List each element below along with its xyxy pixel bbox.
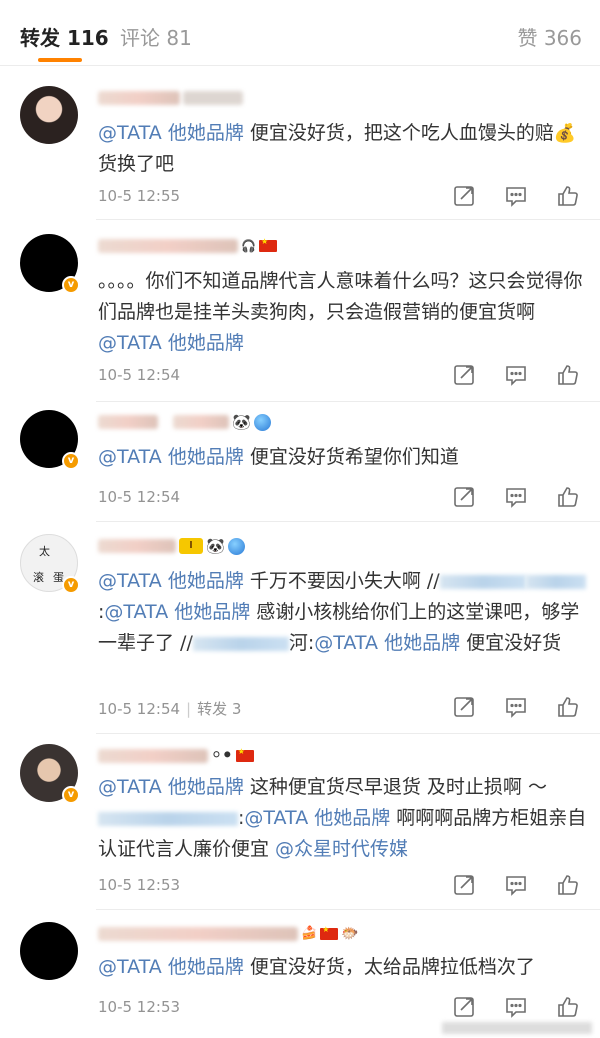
username[interactable] <box>98 88 243 108</box>
timestamp: 10-5 12:53 <box>98 876 181 894</box>
level-badge: I <box>179 538 203 554</box>
like-icon[interactable] <box>556 363 580 387</box>
share-icon[interactable] <box>452 485 476 509</box>
panda-icon: 🐼 <box>232 413 251 431</box>
tab-comments[interactable]: 评论 81 <box>120 22 192 51</box>
watermark <box>442 1021 592 1034</box>
comment-icon[interactable] <box>504 995 528 1019</box>
comment-icon[interactable] <box>504 873 528 897</box>
mention-link[interactable]: @TATA 他她品牌 <box>98 956 244 978</box>
globe-icon <box>253 413 271 431</box>
like-icon[interactable] <box>556 995 580 1019</box>
username[interactable]: 🐼 <box>98 412 271 432</box>
tab-likes[interactable]: 赞 366 <box>517 22 582 51</box>
like-icon[interactable] <box>556 695 580 719</box>
share-icon[interactable] <box>452 363 476 387</box>
mention-link[interactable]: @TATA 他她品牌 <box>98 570 244 592</box>
repost-count[interactable]: 转发 3 <box>197 700 241 718</box>
username[interactable]: ⚪⚫ <box>98 746 254 766</box>
timestamp: 10-5 12:54 <box>98 366 181 384</box>
mention-link[interactable]: @TATA 他她品牌 <box>98 776 244 798</box>
comment-icon[interactable] <box>504 184 528 208</box>
verified-badge-icon: v <box>62 576 80 594</box>
timestamp: 10-5 12:54 <box>98 488 181 506</box>
list-item: 🍰🐡 @TATA 他她品牌 便宜没好货，太给品牌拉低档次了 10-5 12:53 <box>0 910 600 1038</box>
comment-text: @TATA 他她品牌 千万不要因小失大啊 //:@TATA 他她品牌 感谢小核桃… <box>98 566 588 659</box>
username[interactable]: 🎧 <box>98 236 277 256</box>
username[interactable]: 🍰🐡 <box>98 924 359 944</box>
like-icon[interactable] <box>556 485 580 509</box>
comment-text: @TATA 他她品牌 便宜没好货，把这个吃人血馒头的赔💰货换了吧 <box>98 118 588 180</box>
share-icon[interactable] <box>452 995 476 1019</box>
comment-text: @TATA 他她品牌 便宜没好货，太给品牌拉低档次了 <box>98 956 535 978</box>
comment-icon[interactable] <box>504 363 528 387</box>
panda-icon: 🐼 <box>206 537 225 555</box>
timestamp: 10-5 12:54 | 转发 3 <box>98 700 242 718</box>
share-icon[interactable] <box>452 873 476 897</box>
china-flag-icon <box>258 237 277 252</box>
share-icon[interactable] <box>452 184 476 208</box>
china-flag-icon <box>235 747 254 762</box>
username[interactable]: I 🐼 <box>98 536 245 556</box>
timestamp: 10-5 12:55 <box>98 187 181 205</box>
share-icon[interactable] <box>452 695 476 719</box>
china-flag-icon <box>320 925 339 940</box>
mention-link[interactable]: @TATA 他她品牌 <box>244 807 390 829</box>
mention-link[interactable]: @众星时代传媒 <box>275 838 408 860</box>
list-item: @TATA 他她品牌 便宜没好货，把这个吃人血馒头的赔💰货换了吧 10-5 12… <box>0 66 600 220</box>
mention-link[interactable]: @TATA 他她品牌 <box>98 122 244 144</box>
comment-icon[interactable] <box>504 485 528 509</box>
comment-text: 。。。。你们不知道品牌代言人意味着什么吗？这只会觉得你们品牌也是挂羊头卖狗肉，只… <box>98 270 583 354</box>
verified-badge-icon: v <box>62 786 80 804</box>
list-item: v ⚪⚫ @TATA 他她品牌 这种便宜货尽早退货 及时止损啊 ～:@TATA … <box>0 734 600 910</box>
tab-repost[interactable]: 转发 116 <box>20 22 109 51</box>
mention-link[interactable]: @TATA 他她品牌 <box>314 632 460 654</box>
like-icon[interactable] <box>556 873 580 897</box>
avatar[interactable] <box>20 86 78 144</box>
comment-text: @TATA 他她品牌 便宜没好货希望你们知道 <box>98 446 459 468</box>
timestamp: 10-5 12:53 <box>98 998 181 1016</box>
comment-tabs: 转发 116 评论 81 赞 366 <box>0 0 600 66</box>
list-item: v 🎧 。。。。你们不知道品牌代言人意味着什么吗？这只会觉得你们品牌也是挂羊头卖… <box>0 220 600 402</box>
mention-link[interactable]: @TATA 他她品牌 <box>104 601 250 623</box>
verified-badge-icon: v <box>62 276 80 294</box>
comment-text: @TATA 他她品牌 这种便宜货尽早退货 及时止损啊 ～:@TATA 他她品牌 … <box>98 776 587 860</box>
avatar[interactable] <box>20 922 78 980</box>
active-tab-indicator <box>38 58 82 62</box>
list-item: v 🐼 @TATA 他她品牌 便宜没好货希望你们知道 10-5 12:54 <box>0 402 600 522</box>
mention-link[interactable]: @TATA 他她品牌 <box>98 332 244 354</box>
globe-icon <box>227 537 245 555</box>
money-bag-icon: 💰 <box>553 123 577 144</box>
mention-link[interactable]: @TATA 他她品牌 <box>98 446 244 468</box>
like-icon[interactable] <box>556 184 580 208</box>
comment-icon[interactable] <box>504 695 528 719</box>
list-item: 太 滚 蛋 v I 🐼 @TATA 他她品牌 千万不要因小失大啊 //:@TATA… <box>0 522 600 734</box>
verified-badge-icon: v <box>62 452 80 470</box>
